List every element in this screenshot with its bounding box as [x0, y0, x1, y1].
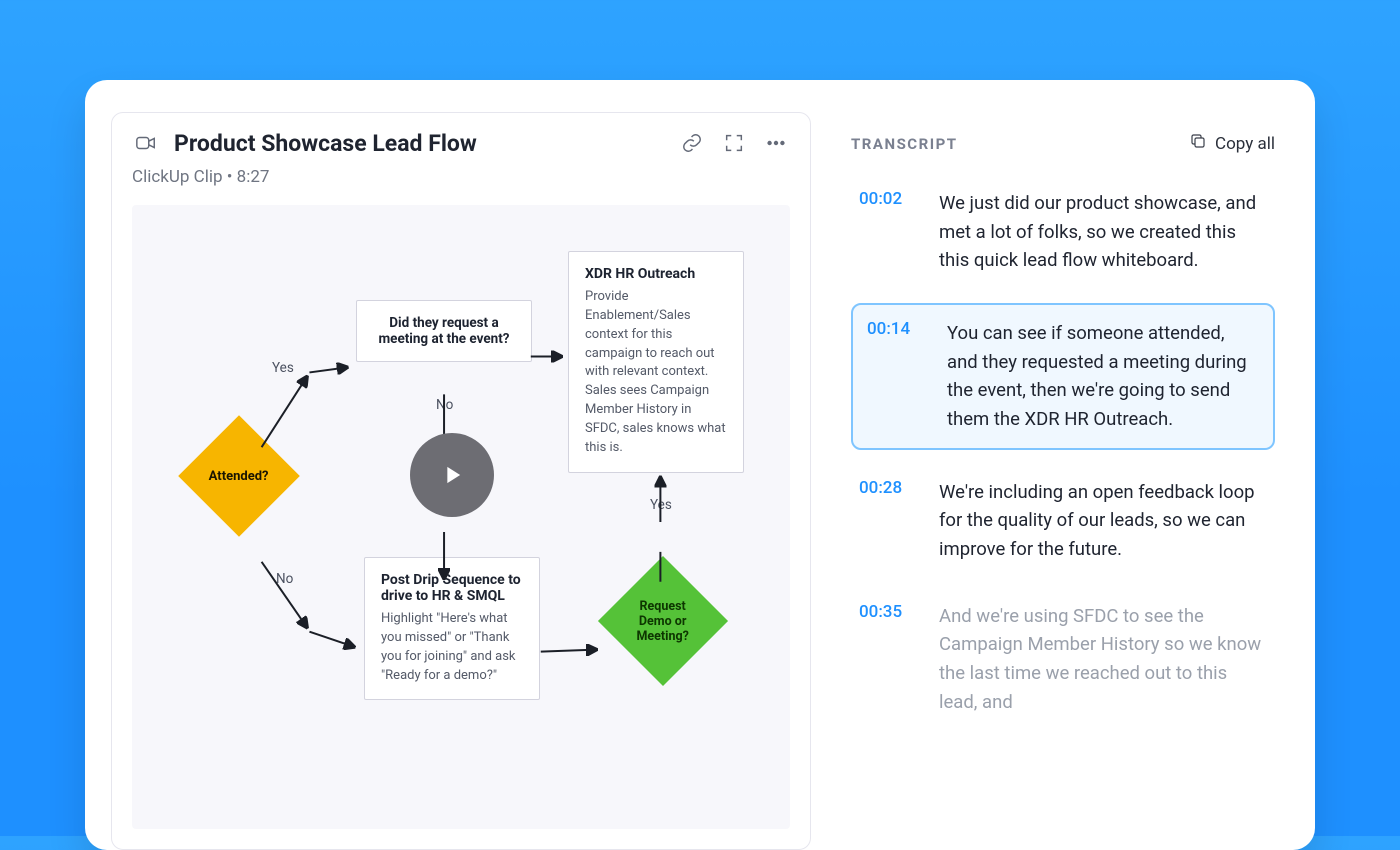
video-icon — [132, 129, 160, 157]
transcript-timestamp[interactable]: 00:35 — [859, 602, 915, 717]
copy-icon — [1189, 132, 1207, 155]
transcript-entries: 00:02 We just did our product showcase, … — [851, 179, 1275, 726]
video-panel: Product Showcase Lead Flow ClickUp Clip … — [111, 112, 811, 850]
copy-all-label: Copy all — [1215, 134, 1275, 154]
transcript-header: TRANSCRIPT Copy all — [851, 132, 1275, 155]
transcript-timestamp[interactable]: 00:02 — [859, 189, 915, 275]
transcript-timestamp[interactable]: 00:28 — [859, 478, 915, 564]
whiteboard-canvas: Attended? Yes No Did they request a meet… — [132, 205, 790, 829]
transcript-panel: TRANSCRIPT Copy all 00:02 We just did ou… — [811, 112, 1285, 850]
transcript-entry[interactable]: 00:02 We just did our product showcase, … — [851, 179, 1275, 285]
transcript-entry[interactable]: 00:35 And we're using SFDC to see the Ca… — [851, 592, 1275, 727]
app-card: Product Showcase Lead Flow ClickUp Clip … — [85, 80, 1315, 850]
transcript-entry[interactable]: 00:14 You can see if someone attended, a… — [851, 303, 1275, 450]
transcript-text: And we're using SFDC to see the Campaign… — [939, 602, 1267, 717]
clip-subtitle: ClickUp Clip • 8:27 — [132, 167, 790, 187]
video-header: Product Showcase Lead Flow — [132, 129, 790, 157]
clip-title: Product Showcase Lead Flow — [174, 130, 664, 157]
transcript-entry[interactable]: 00:28 We're including an open feedback l… — [851, 468, 1275, 574]
link-icon[interactable] — [678, 129, 706, 157]
transcript-text: We just did our product showcase, and me… — [939, 189, 1267, 275]
more-icon[interactable] — [762, 129, 790, 157]
transcript-text: You can see if someone attended, and the… — [947, 319, 1259, 434]
expand-icon[interactable] — [720, 129, 748, 157]
copy-all-button[interactable]: Copy all — [1189, 132, 1275, 155]
transcript-heading: TRANSCRIPT — [851, 135, 958, 153]
transcript-text: We're including an open feedback loop fo… — [939, 478, 1267, 564]
diagram-connectors — [132, 205, 790, 829]
play-button[interactable] — [410, 433, 494, 517]
transcript-timestamp[interactable]: 00:14 — [867, 319, 923, 434]
